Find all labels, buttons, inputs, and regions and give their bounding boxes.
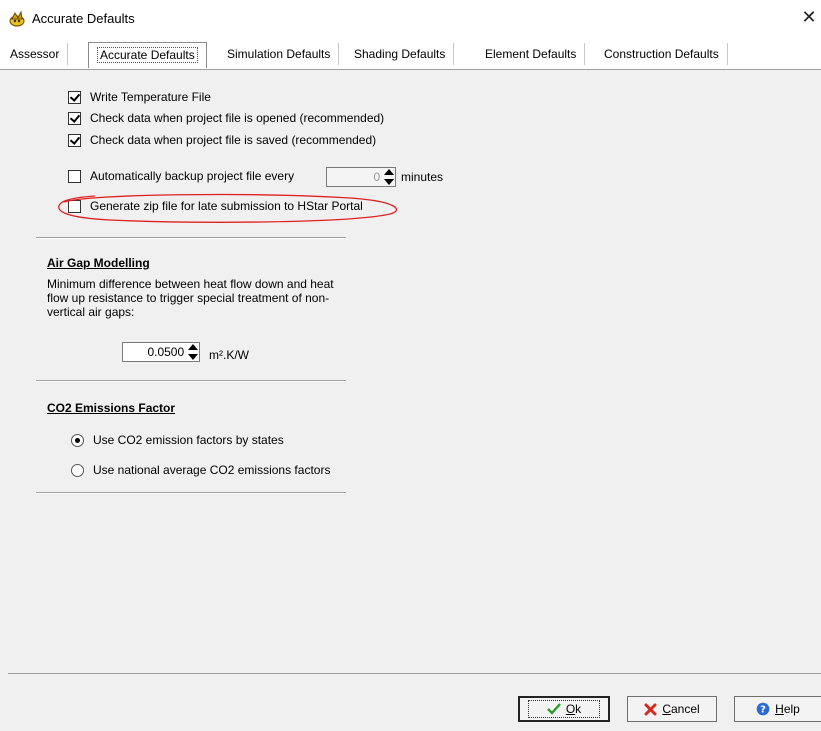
arrow-up-icon[interactable] (188, 344, 199, 350)
tab-label: Simulation Defaults (227, 47, 331, 61)
check-on-open-label: Check data when project file is opened (… (90, 111, 385, 125)
tab-assessor[interactable]: Assessor (2, 43, 69, 65)
tab-label: Accurate Defaults (97, 47, 198, 63)
window-title: Accurate Defaults (32, 11, 135, 26)
write-temperature-label: Write Temperature File (90, 90, 211, 104)
help-button[interactable]: ? Help (734, 696, 821, 722)
co2-states-label: Use CO2 emission factors by states (93, 433, 284, 447)
title-bar: Accurate Defaults ✕ (0, 0, 821, 38)
ok-button[interactable]: Ok (518, 696, 610, 722)
check-on-open-option[interactable]: Check data when project file is opened (… (68, 111, 384, 125)
help-icon: ? (756, 702, 770, 716)
stepper-arrows[interactable] (187, 343, 199, 361)
generate-zip-label: Generate zip file for late submission to… (90, 199, 363, 213)
generate-zip-checkbox[interactable] (68, 199, 81, 213)
stepper-arrows[interactable] (383, 168, 395, 186)
auto-backup-checkbox[interactable] (68, 169, 81, 183)
air-gap-stepper[interactable]: 0.0500 (122, 342, 200, 362)
section-divider (36, 237, 346, 239)
backup-interval-stepper[interactable]: 0 (326, 167, 396, 187)
backup-interval-group: 0 minutes (326, 167, 443, 187)
help-label: Help (775, 702, 800, 716)
ok-label: Ok (565, 702, 582, 716)
close-button[interactable]: ✕ (797, 6, 821, 30)
tab-shading-defaults[interactable]: Shading Defaults (346, 43, 455, 65)
tab-strip: Assessor Accurate Defaults Simulation De… (0, 38, 821, 70)
backup-interval-value[interactable]: 0 (327, 170, 383, 184)
tab-accurate-defaults[interactable]: Accurate Defaults (88, 42, 207, 68)
cancel-label: Cancel (662, 702, 700, 716)
auto-backup-option[interactable]: Automatically backup project file every (68, 169, 294, 183)
check-on-open-checkbox[interactable] (68, 111, 81, 125)
tab-label: Element Defaults (485, 47, 577, 61)
check-on-save-label: Check data when project file is saved (r… (90, 133, 377, 147)
tab-label: Assessor (10, 47, 60, 61)
write-temperature-checkbox[interactable] (68, 90, 81, 104)
air-gap-unit: m².K/W (209, 348, 249, 362)
arrow-down-icon[interactable] (188, 354, 199, 360)
tab-element-defaults[interactable]: Element Defaults (477, 43, 586, 65)
cancel-button[interactable]: Cancel (627, 696, 717, 722)
co2-option-states[interactable]: Use CO2 emission factors by states (71, 433, 284, 447)
backup-interval-unit: minutes (401, 170, 444, 184)
footer-divider (8, 673, 821, 674)
air-gap-value-group: 0.0500 m².K/W (122, 342, 249, 362)
app-logo-icon (9, 10, 25, 27)
arrow-up-icon[interactable] (384, 169, 395, 175)
section-divider (36, 492, 346, 494)
checkmark-icon (546, 703, 561, 715)
air-gap-value[interactable]: 0.0500 (123, 345, 187, 359)
arrow-down-icon[interactable] (384, 179, 395, 185)
dialog-window: Accurate Defaults ✕ Assessor Accurate De… (0, 0, 821, 731)
tab-construction-defaults[interactable]: Construction Defaults (596, 43, 728, 65)
air-gap-heading: Air Gap Modelling (47, 256, 150, 270)
generate-zip-option[interactable]: Generate zip file for late submission to… (68, 199, 363, 213)
tab-label: Shading Defaults (354, 47, 446, 61)
co2-heading: CO2 Emissions Factor (47, 401, 176, 415)
co2-national-label: Use national average CO2 emissions facto… (93, 463, 331, 477)
tab-simulation-defaults[interactable]: Simulation Defaults (219, 43, 340, 65)
check-on-save-checkbox[interactable] (68, 133, 81, 147)
auto-backup-label: Automatically backup project file every (90, 169, 295, 183)
tab-label: Construction Defaults (604, 47, 719, 61)
red-x-icon (644, 703, 657, 715)
check-on-save-option[interactable]: Check data when project file is saved (r… (68, 133, 376, 147)
air-gap-description: Minimum difference between heat flow dow… (47, 277, 334, 319)
svg-text:?: ? (760, 705, 766, 716)
co2-national-radio[interactable] (71, 463, 84, 477)
ok-focus-rect: Ok (527, 700, 601, 718)
section-divider (36, 380, 346, 382)
write-temperature-option[interactable]: Write Temperature File (68, 90, 211, 104)
co2-states-radio[interactable] (71, 433, 84, 447)
co2-option-national[interactable]: Use national average CO2 emissions facto… (71, 463, 330, 477)
